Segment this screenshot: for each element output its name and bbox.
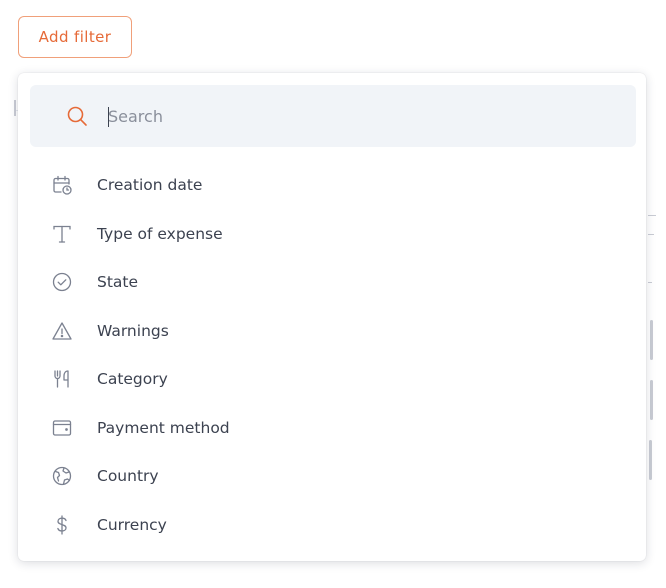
filter-dropdown: Creation date Type of expense State — [18, 73, 646, 561]
filter-option-label: Type of expense — [97, 224, 223, 243]
filter-option-state[interactable]: State — [18, 258, 646, 307]
filter-option-label: Warnings — [97, 321, 169, 340]
filter-option-payment-method[interactable]: Payment method — [18, 404, 646, 453]
background-fragment — [14, 100, 16, 116]
filter-option-label: Creation date — [97, 176, 203, 195]
background-fragment — [648, 234, 654, 235]
check-circle-icon — [51, 271, 73, 293]
background-fragment — [650, 380, 653, 420]
calendar-clock-icon — [51, 174, 73, 196]
wallet-icon — [51, 417, 73, 439]
background-fragment — [648, 282, 652, 283]
text-caret — [108, 107, 109, 127]
background-fragment — [648, 215, 656, 216]
filter-option-label: Category — [97, 370, 168, 389]
search-icon — [67, 106, 87, 126]
search-box[interactable] — [30, 85, 636, 147]
dollar-icon — [51, 514, 73, 536]
filter-option-label: Currency — [97, 515, 167, 534]
filter-option-creation-date[interactable]: Creation date — [18, 161, 646, 210]
filter-option-category[interactable]: Category — [18, 355, 646, 404]
fork-knife-icon — [51, 368, 73, 390]
globe-icon — [51, 465, 73, 487]
filter-option-type-of-expense[interactable]: Type of expense — [18, 210, 646, 259]
background-fragment — [650, 320, 653, 360]
filter-option-currency[interactable]: Currency — [18, 501, 646, 550]
text-type-icon — [51, 223, 73, 245]
filter-option-label: Country — [97, 467, 159, 486]
filter-option-warnings[interactable]: Warnings — [18, 307, 646, 356]
filter-option-label: Payment method — [97, 418, 230, 437]
search-input[interactable] — [108, 99, 608, 133]
filter-option-label: State — [97, 273, 139, 292]
add-filter-button[interactable]: Add filter — [18, 16, 132, 58]
background-fragment — [649, 440, 652, 480]
filter-options-list: Creation date Type of expense State Warn… — [18, 161, 646, 549]
filter-option-country[interactable]: Country — [18, 452, 646, 501]
warning-triangle-icon — [51, 320, 73, 342]
